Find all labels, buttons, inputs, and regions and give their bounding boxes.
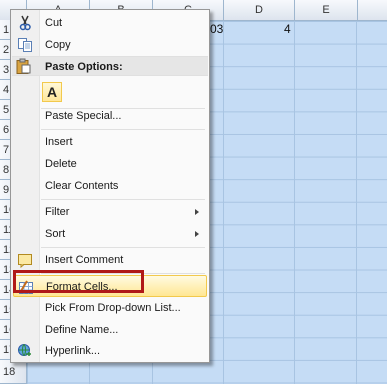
submenu-arrow-icon (195, 231, 199, 237)
menu-item-label: Cut (45, 17, 63, 29)
menu-item-copy[interactable]: Copy (13, 34, 207, 56)
cell-d1-value: 4 (284, 22, 291, 36)
menu-item-sort[interactable]: Sort (13, 223, 207, 245)
menu-item-paste-special[interactable]: Paste Special... (13, 105, 207, 127)
cell-c1-value: 03 (210, 22, 224, 36)
menu-item-label: Insert Comment (45, 254, 124, 266)
menu-item-delete[interactable]: Delete (13, 153, 207, 175)
menu-item-clear-contents[interactable]: Clear Contents (13, 175, 207, 197)
context-menu: Cut Copy Paste Options: A Paste Special.… (10, 9, 210, 363)
menu-item-hyperlink[interactable]: Hyperlink... (13, 340, 207, 362)
paste-option-keep-text-button[interactable]: A (42, 82, 62, 102)
submenu-arrow-icon (195, 209, 199, 215)
clipboard-icon (15, 58, 31, 74)
comment-icon (17, 252, 33, 269)
menu-item-label: Clear Contents (45, 180, 119, 192)
menu-item-cut[interactable]: Cut (13, 12, 207, 34)
column-header-d[interactable]: D (224, 0, 295, 20)
menu-item-label: Copy (45, 39, 71, 51)
gridline (356, 21, 357, 384)
paste-options-header: Paste Options: (12, 56, 208, 76)
menu-item-label: Hyperlink... (45, 345, 101, 357)
menu-item-label: Pick From Drop-down List... (45, 302, 181, 314)
menu-item-label: Delete (45, 158, 77, 170)
menu-item-label: Paste Special... (45, 110, 122, 122)
scissors-icon (17, 15, 33, 31)
column-header-e[interactable]: E (295, 0, 358, 20)
menu-item-label: Filter (45, 206, 70, 218)
gridline (223, 21, 224, 384)
menu-item-pick-from-list[interactable]: Pick From Drop-down List... (13, 297, 207, 319)
menu-item-insert-comment[interactable]: Insert Comment (13, 249, 207, 271)
menu-item-insert[interactable]: Insert (13, 131, 207, 153)
row-header[interactable]: 18 (0, 360, 26, 384)
format-cells-highlight-annotation (13, 270, 144, 293)
menu-item-label: Insert (45, 136, 73, 148)
menu-item-define-name[interactable]: Define Name... (13, 319, 207, 341)
menu-item-filter[interactable]: Filter (13, 201, 207, 223)
menu-separator (41, 129, 205, 130)
copy-icon (17, 37, 33, 53)
menu-separator (41, 247, 205, 248)
gridline (294, 21, 295, 384)
hyperlink-icon (17, 343, 33, 359)
menu-item-label: Define Name... (45, 324, 119, 336)
menu-item-label: Sort (45, 228, 66, 240)
paste-options-label: Paste Options: (45, 61, 123, 73)
menu-separator (41, 199, 205, 200)
